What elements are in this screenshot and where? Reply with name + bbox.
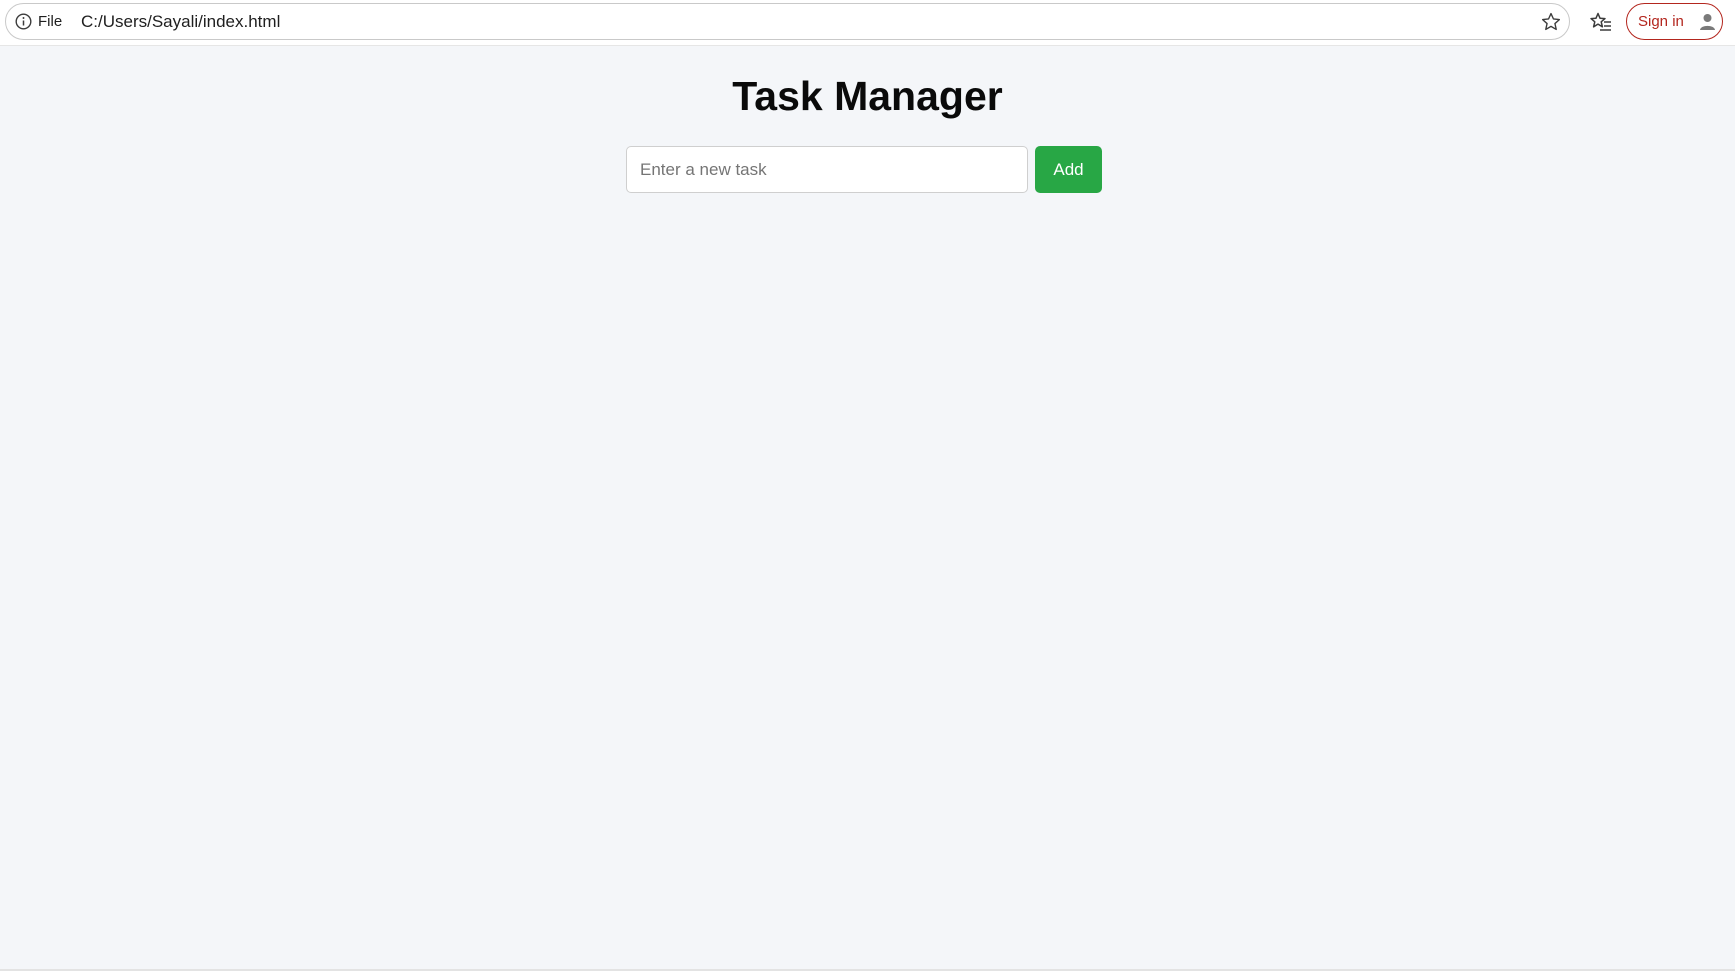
url-text[interactable]: C:/Users/Sayali/index.html [81,4,280,39]
page-title: Task Manager [732,73,1003,119]
task-input[interactable] [626,146,1028,193]
browser-toolbar: File C:/Users/Sayali/index.html Sign in [0,0,1735,46]
add-task-button[interactable]: Add [1035,146,1102,193]
favorites-list-icon[interactable] [1589,10,1613,34]
person-icon [1697,11,1718,32]
star-outline-icon[interactable] [1540,11,1562,33]
info-circle-icon [15,13,32,30]
sign-in-label: Sign in [1638,13,1684,30]
site-info-button[interactable]: File [15,4,62,39]
sign-in-button[interactable]: Sign in [1626,3,1723,40]
site-info-label: File [38,13,63,30]
address-bar[interactable]: File C:/Users/Sayali/index.html [5,3,1570,40]
